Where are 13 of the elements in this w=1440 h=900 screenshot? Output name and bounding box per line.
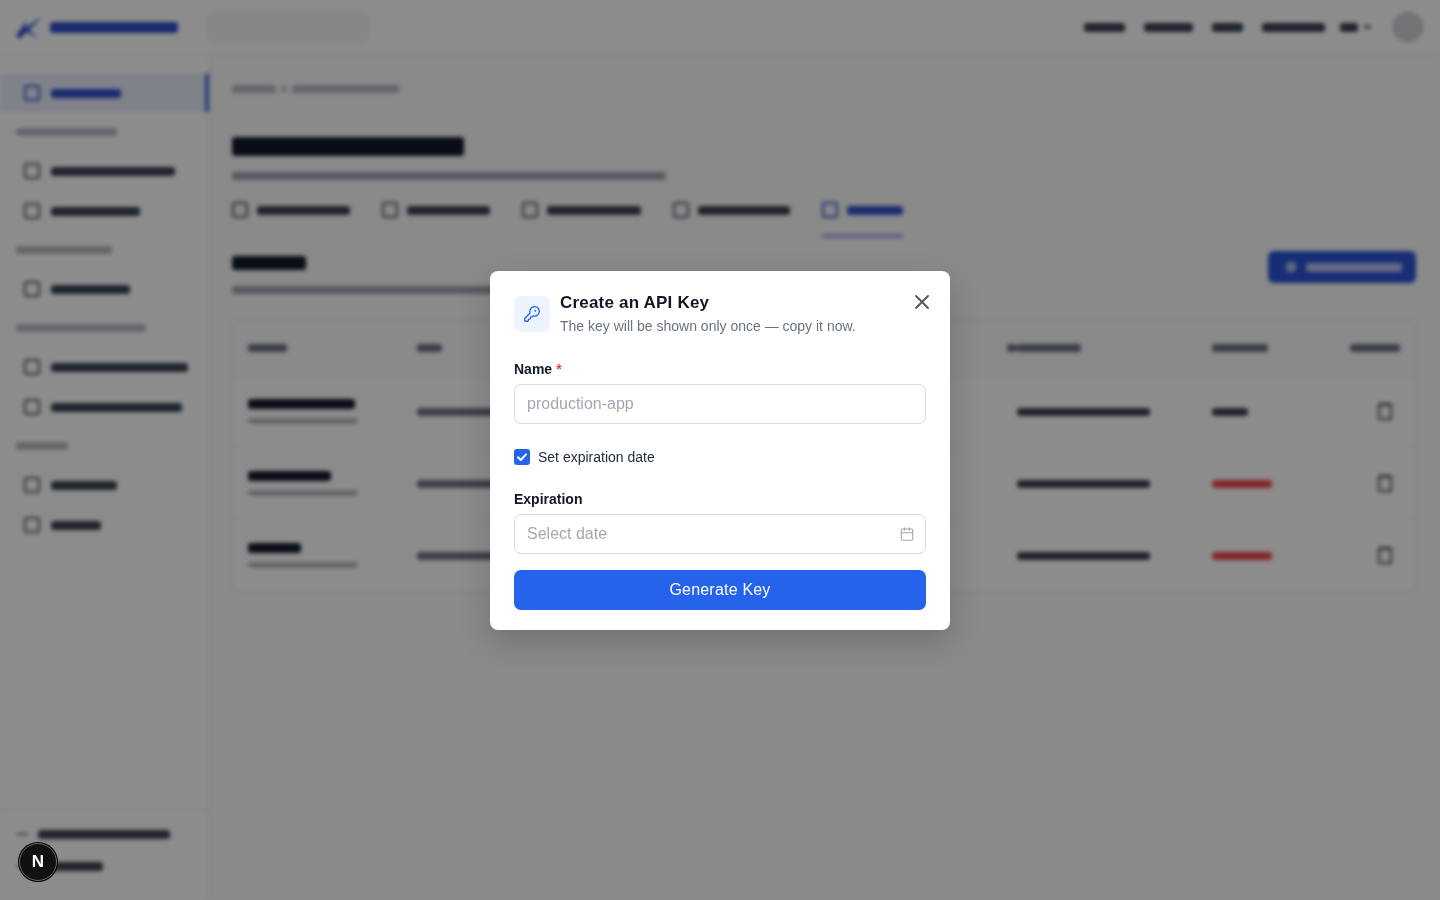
required-mark: * <box>556 359 562 378</box>
name-input[interactable]: production-app <box>514 383 926 424</box>
field-label: Name <box>514 359 553 378</box>
close-button[interactable] <box>915 294 929 309</box>
dialog-title: Create an API Key <box>560 291 711 314</box>
checkbox-label[interactable]: Set expiration date <box>538 447 655 466</box>
dialog-subtitle: The key will be shown only once — copy it now. <box>560 316 857 336</box>
checkbox[interactable] <box>514 448 530 465</box>
date-field[interactable]: Select date <box>514 513 926 554</box>
generate-key-button[interactable]: Generate Key <box>514 569 926 610</box>
calendar-icon <box>900 526 914 541</box>
field-label: Expiration <box>514 489 583 508</box>
key-icon <box>514 295 550 332</box>
